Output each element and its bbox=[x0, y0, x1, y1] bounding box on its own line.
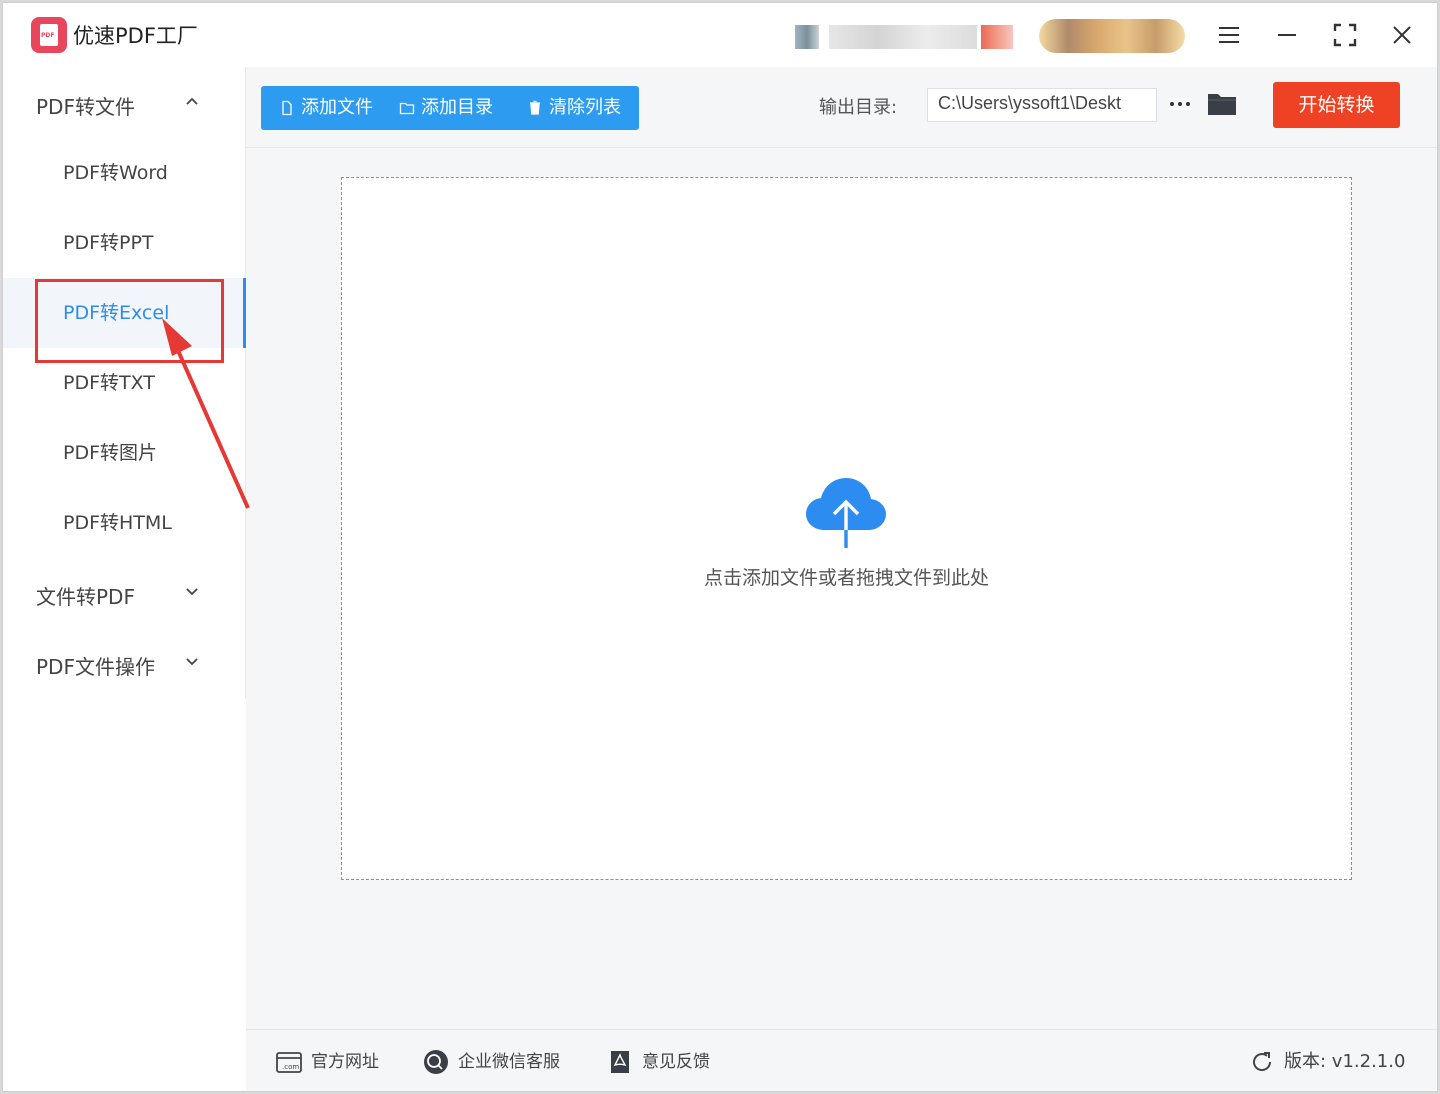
refresh-icon bbox=[1253, 1052, 1272, 1071]
file-button-group: 添加文件 添加目录 清除列表 bbox=[261, 86, 639, 130]
minimize-button[interactable] bbox=[1271, 19, 1303, 51]
blurred-account-icon bbox=[795, 25, 819, 49]
sidebar-group-label: 文件转PDF bbox=[36, 585, 135, 609]
maximize-icon bbox=[1333, 23, 1357, 47]
chevron-down-icon bbox=[186, 658, 198, 666]
web-icon: .com bbox=[276, 1052, 302, 1073]
feedback-icon bbox=[611, 1051, 629, 1073]
toolbar: 添加文件 添加目录 清除列表 输出目录: C:\Users\yssoft1\De… bbox=[246, 67, 1437, 148]
clear-list-button[interactable]: 清除列表 bbox=[527, 86, 621, 130]
sidebar-group-file-to-pdf[interactable]: 文件转PDF bbox=[36, 581, 198, 610]
folder-outline-icon bbox=[399, 102, 415, 115]
sidebar-item-pdf-to-word[interactable]: PDF转Word bbox=[3, 138, 246, 208]
add-folder-button[interactable]: 添加目录 bbox=[399, 86, 493, 130]
add-file-button[interactable]: 添加文件 bbox=[279, 86, 373, 130]
chevron-up-icon bbox=[186, 97, 198, 105]
sidebar-group-label: PDF文件操作 bbox=[36, 655, 155, 679]
file-icon bbox=[282, 100, 292, 116]
close-button[interactable] bbox=[1386, 19, 1418, 51]
app-window: PDF 优速PDF工厂 PDF转文件 PDF转Word PDF转PPT PDF转… bbox=[2, 2, 1438, 1092]
maximize-button[interactable] bbox=[1329, 19, 1361, 51]
file-drop-zone[interactable]: 点击添加文件或者拖拽文件到此处 bbox=[341, 177, 1352, 880]
blurred-badge bbox=[981, 25, 1013, 49]
version-info[interactable]: 版本: v1.2.1.0 bbox=[1248, 1048, 1405, 1076]
feedback-link[interactable]: 意见反馈 bbox=[606, 1048, 710, 1076]
sidebar-item-pdf-to-ppt[interactable]: PDF转PPT bbox=[3, 208, 246, 278]
sidebar-group-pdf-operations[interactable]: PDF文件操作 bbox=[36, 651, 198, 680]
more-icon[interactable] bbox=[1166, 87, 1194, 121]
folder-icon[interactable] bbox=[1206, 89, 1238, 119]
logo-text: PDF bbox=[41, 32, 55, 39]
blurred-vip-button[interactable] bbox=[1039, 19, 1185, 53]
wechat-icon bbox=[424, 1050, 448, 1074]
chevron-down-icon bbox=[186, 588, 198, 596]
blurred-account-name bbox=[829, 25, 977, 49]
menu-button[interactable] bbox=[1213, 19, 1245, 51]
output-dir-label: 输出目录: bbox=[819, 97, 898, 118]
app-title: 优速PDF工厂 bbox=[73, 24, 198, 48]
cloud-upload-icon bbox=[806, 478, 886, 548]
pdf-logo-icon: PDF bbox=[31, 17, 67, 53]
title-bar: PDF 优速PDF工厂 bbox=[3, 3, 1437, 67]
main-panel: 添加文件 添加目录 清除列表 输出目录: C:\Users\yssoft1\De… bbox=[246, 67, 1437, 1029]
trash-icon bbox=[530, 100, 540, 115]
sidebar-group-pdf-to-file[interactable]: PDF转文件 bbox=[36, 91, 198, 120]
official-site-link[interactable]: .com 官方网址 bbox=[275, 1048, 379, 1076]
output-dir-field[interactable]: C:\Users\yssoft1\Deskt bbox=[927, 88, 1157, 122]
annotation-arrow-icon bbox=[162, 318, 250, 509]
footer-bar: .com 官方网址 企业微信客服 意见反馈 版本: v1.2.1.0 bbox=[246, 1029, 1437, 1091]
close-icon bbox=[1393, 26, 1411, 44]
wechat-support-link[interactable]: 企业微信客服 bbox=[422, 1048, 560, 1076]
drop-hint-text: 点击添加文件或者拖拽文件到此处 bbox=[703, 567, 989, 589]
menu-icon bbox=[1219, 27, 1239, 43]
start-convert-button[interactable]: 开始转换 bbox=[1273, 82, 1400, 128]
svg-text:.com: .com bbox=[282, 1063, 299, 1071]
sidebar-group-label: PDF转文件 bbox=[36, 95, 135, 119]
minimize-icon bbox=[1278, 34, 1296, 36]
